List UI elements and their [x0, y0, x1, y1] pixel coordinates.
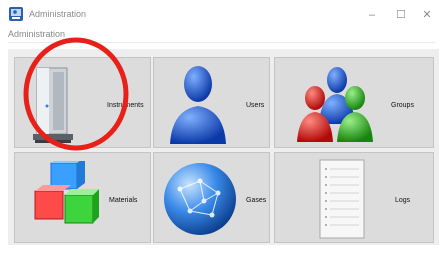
tile-label: Materials [109, 197, 138, 204]
title-bar: Administration – ☐ ✕ [0, 0, 443, 28]
tile-groups[interactable]: Groups [274, 57, 434, 148]
user-silhouette-icon [170, 66, 226, 144]
close-button[interactable]: ✕ [412, 5, 442, 25]
window-title: Administration [29, 9, 87, 19]
document-page-icon [319, 159, 365, 239]
minimize-button[interactable]: – [357, 5, 387, 25]
app-icon [9, 7, 23, 21]
tile-users[interactable]: Users [153, 57, 270, 148]
tile-label: Logs [395, 197, 411, 204]
tile-label: Users [246, 102, 265, 109]
tile-logs[interactable]: Logs [274, 152, 434, 243]
tile-gases[interactable]: Gases [153, 152, 270, 243]
group-of-users-icon [297, 67, 373, 142]
highlight-circle [23, 37, 129, 151]
stacked-cubes-icon [34, 161, 99, 224]
tile-label: Gases [246, 197, 267, 204]
network-globe-icon [164, 163, 236, 235]
tile-materials[interactable]: Materials [14, 152, 151, 243]
tile-label: Groups [391, 102, 414, 109]
